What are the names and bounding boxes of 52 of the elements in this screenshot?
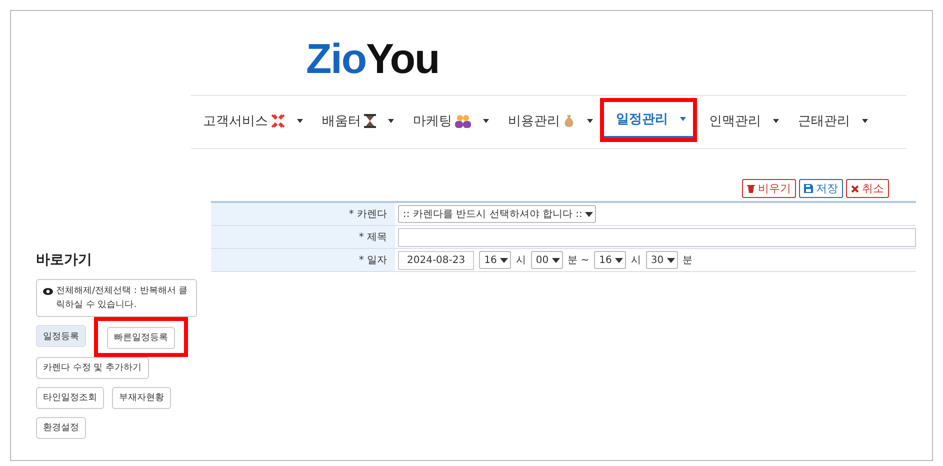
- shortcut-button[interactable]: 환경설정: [36, 416, 86, 438]
- eye-icon: [43, 288, 53, 295]
- action-button[interactable]: 비우기: [742, 179, 796, 198]
- unit-text: 시: [516, 254, 526, 267]
- title-input-field[interactable]: [398, 228, 916, 246]
- field-label: * 일자: [211, 249, 395, 272]
- calendar-select[interactable]: :: 카렌다를 반드시 선택하셔야 합니다 ::: [398, 205, 596, 223]
- shortcut-button[interactable]: 부재자현황: [112, 386, 171, 408]
- caret-icon: [861, 118, 869, 124]
- sidebar-heading: 바로가기: [36, 251, 93, 269]
- caret-icon: [772, 118, 780, 124]
- dropdown-caret-icon: [500, 258, 508, 262]
- nav-menu-item[interactable]: 근태관리: [786, 96, 875, 148]
- trash-icon: [747, 184, 755, 193]
- shortcut-button[interactable]: 타인일정조회: [36, 386, 104, 408]
- caret-icon: [586, 118, 594, 124]
- nav-menu-item[interactable]: 일정관리: [604, 102, 693, 138]
- nav-menu-item[interactable]: 배움터: [310, 96, 401, 148]
- dropdown-caret-icon: [666, 258, 675, 262]
- caret-icon: [296, 118, 304, 124]
- field-label: * 카렌다: [211, 203, 395, 226]
- shortcut-button[interactable]: 빠른일정등록: [107, 326, 175, 348]
- action-button[interactable]: 취소: [846, 179, 889, 198]
- dropdown-caret-icon: [585, 212, 594, 216]
- minute-select[interactable]: 00: [530, 251, 563, 269]
- money-bag-icon: [563, 114, 575, 128]
- minute-select[interactable]: 30: [646, 251, 678, 269]
- logo: ZioYou: [306, 35, 440, 84]
- dropdown-caret-icon: [552, 258, 560, 262]
- caret-icon: [387, 118, 395, 124]
- nav-menu-item[interactable]: 마케팅: [401, 96, 496, 148]
- unit-text: 시: [630, 254, 641, 267]
- anger-symbol-icon: [271, 114, 285, 128]
- unit-text: 분 ~: [568, 254, 590, 267]
- shortcut-button[interactable]: 일정등록: [36, 325, 86, 347]
- field-label: * 제목: [211, 226, 395, 249]
- close-icon: [851, 184, 859, 192]
- hour-select[interactable]: 16: [594, 251, 626, 269]
- nav-menu-item[interactable]: 고객서비스: [191, 96, 310, 148]
- hour-select[interactable]: 16: [479, 251, 511, 269]
- unit-text: 분: [682, 254, 693, 267]
- hourglass-icon: [364, 114, 376, 128]
- notice-text: 전체해제/전체선택 : 반복해서 클릭하실 수 있습니다.: [56, 285, 189, 312]
- dropdown-caret-icon: [614, 258, 623, 262]
- date-input-field[interactable]: 2024-08-23: [398, 250, 474, 270]
- caret-icon: [679, 116, 687, 122]
- action-button[interactable]: 저장: [799, 179, 843, 198]
- people-icon: [455, 114, 471, 128]
- nav-menu-item[interactable]: 인맥관리: [697, 96, 786, 148]
- shortcut-button[interactable]: 카렌다 수정 및 추가하기: [36, 356, 149, 378]
- caret-icon: [482, 118, 490, 124]
- nav-menu-item[interactable]: 비용관리: [496, 96, 600, 148]
